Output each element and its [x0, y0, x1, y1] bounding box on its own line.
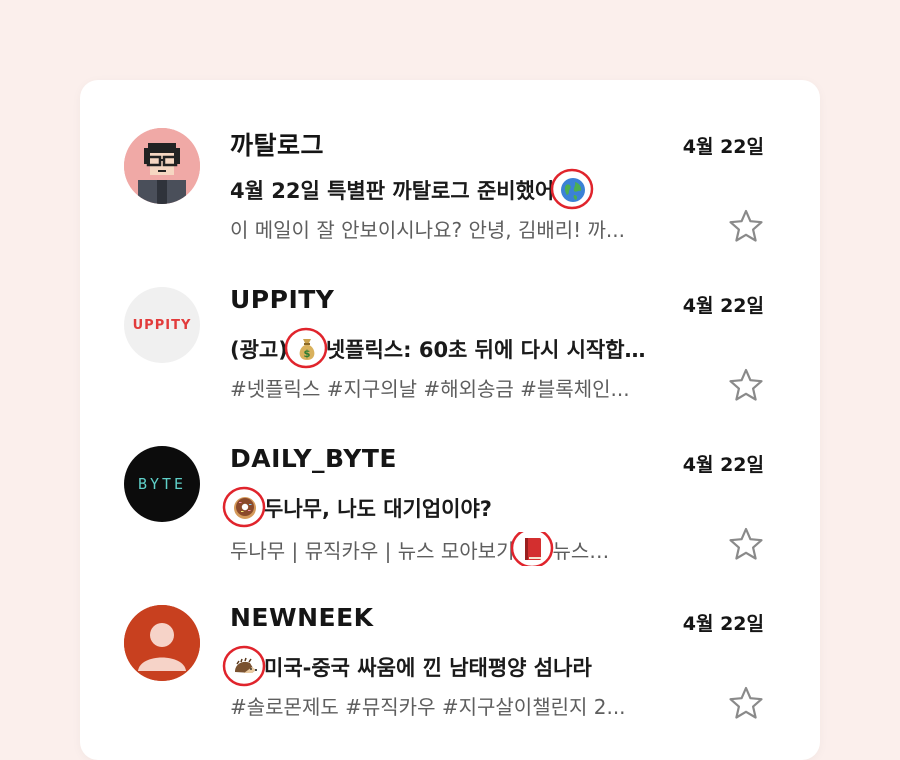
- inbox-card: 까탈로그 4월 22일 4월 22일 특별판 까탈로그 준비했어 이 메일이 잘…: [80, 80, 820, 760]
- sender-name: 까탈로그: [230, 131, 325, 160]
- sender-name: NEWNEEK: [230, 603, 374, 632]
- email-date: 4월 22일: [682, 136, 764, 158]
- email-date: 4월 22일: [682, 613, 764, 635]
- subject-text: (광고): [230, 338, 288, 362]
- email-row[interactable]: BYTE DAILY_BYTE 4월 22일 두나무, 나도 대기업이야? 두나…: [80, 398, 820, 566]
- email-subject: (광고) $ 넷플릭스: 60초 뒤에 다시 시작합…: [230, 327, 646, 369]
- avatar: [124, 128, 200, 204]
- email-row[interactable]: UPPITY UPPITY 4월 22일 (광고) $ 넷플릭스: 60초 뒤에…: [80, 239, 820, 401]
- avatar: [124, 605, 200, 681]
- email-subject: 두나무, 나도 대기업이야?: [222, 486, 492, 528]
- avatar: UPPITY: [124, 287, 200, 363]
- sender-name: DAILY_BYTE: [230, 444, 397, 473]
- subject-text: 4월 22일 특별판 까탈로그 준비했어: [230, 179, 555, 203]
- email-row[interactable]: 까탈로그 4월 22일 4월 22일 특별판 까탈로그 준비했어 이 메일이 잘…: [80, 80, 820, 242]
- email-subject: 4월 22일 특별판 까탈로그 준비했어: [230, 168, 594, 210]
- email-subject: 미국-중국 싸움에 낀 남태평양 섬나라: [222, 645, 592, 687]
- donut-icon: [222, 486, 266, 528]
- email-row[interactable]: NEWNEEK 4월 22일 미국-중국 싸움에 낀 남태평양 섬나라 #솔로몬…: [80, 557, 820, 719]
- subject-text: 미국-중국 싸움에 낀 남태평양 섬나라: [264, 656, 592, 680]
- hedgehog-icon: [222, 645, 266, 687]
- avatar-logo-text: UPPITY: [132, 317, 192, 333]
- sender-name: UPPITY: [230, 285, 335, 314]
- money-bag-icon: $: [284, 327, 328, 369]
- globe-icon: [551, 168, 594, 210]
- subject-text: 두나무, 나도 대기업이야?: [264, 497, 492, 521]
- email-date: 4월 22일: [682, 295, 764, 317]
- email-preview: #솔로몬제도 #뮤직카우 #지구살이챌린지 2...: [230, 695, 626, 719]
- avatar-logo-text: BYTE: [137, 475, 187, 493]
- star-icon[interactable]: [728, 685, 764, 721]
- avatar: BYTE: [124, 446, 200, 522]
- email-date: 4월 22일: [682, 454, 764, 476]
- subject-text-tail: 넷플릭스: 60초 뒤에 다시 시작합…: [325, 338, 646, 362]
